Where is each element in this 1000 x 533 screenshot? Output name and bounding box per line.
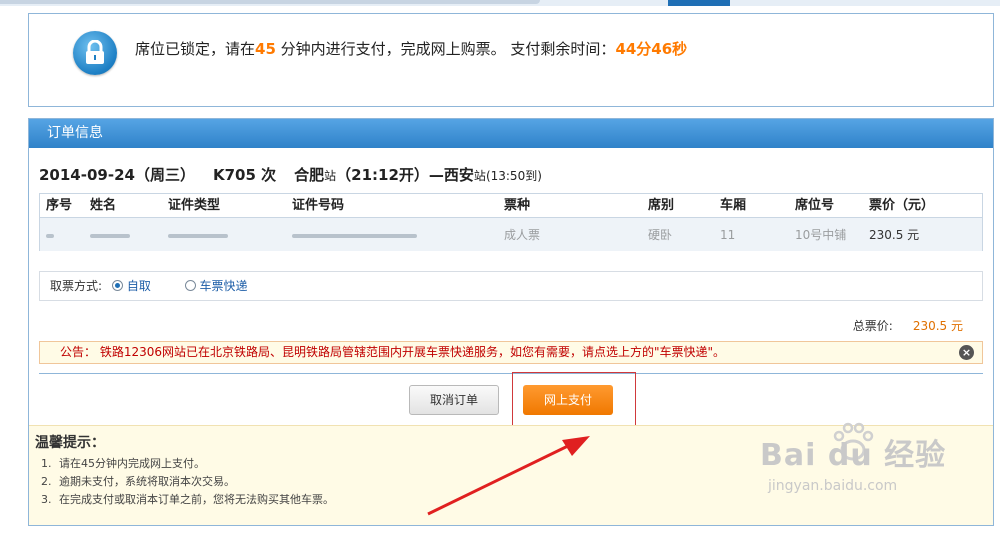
baidu-watermark: Bai du 经验 jingyan.baidu.com xyxy=(760,430,946,494)
watermark-url: jingyan.baidu.com xyxy=(768,478,898,494)
watermark-logo: Bai du 经验 xyxy=(760,438,947,473)
